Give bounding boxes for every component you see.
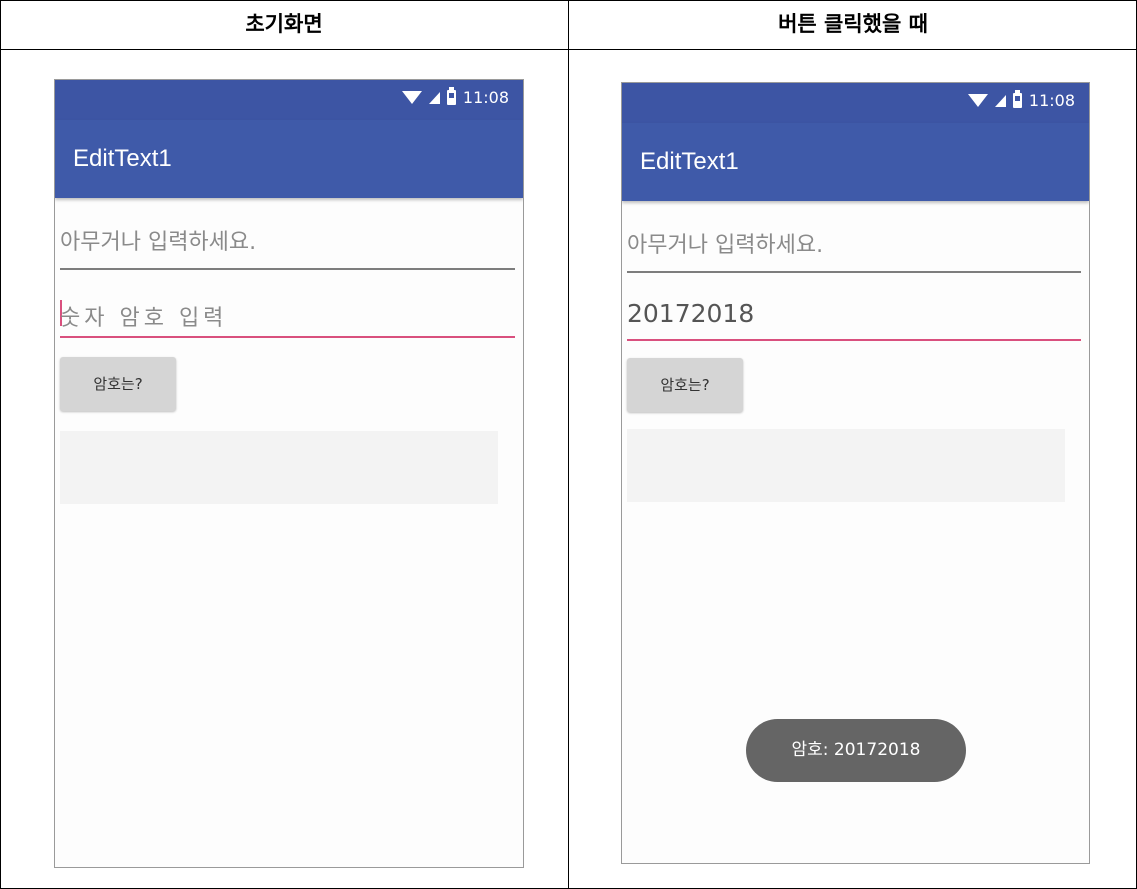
phone-after-click: 11:08 EditText1 아무거나 입력하세요. 20172018 암호는…: [621, 82, 1090, 864]
password-input-hint: 숫자 암호 입력: [60, 306, 228, 331]
text-input-hint: 아무거나 입력하세요.: [60, 230, 257, 255]
app-bar: EditText1: [55, 120, 523, 198]
column-divider: [568, 0, 569, 889]
header-initial-screen: 초기화면: [245, 12, 323, 36]
toast-message: 암호: 20172018: [746, 719, 966, 782]
password-input[interactable]: 20172018: [627, 283, 1081, 341]
battery-icon: [1012, 90, 1022, 108]
signal-icon: [994, 94, 1006, 107]
status-icons: 11:08: [401, 87, 509, 107]
header-divider: [0, 49, 1137, 50]
status-time: 11:08: [462, 88, 509, 107]
status-bar: 11:08: [55, 80, 523, 120]
header-after-click: 버튼 클릭했을 때: [778, 12, 928, 36]
text-input[interactable]: 아무거나 입력하세요.: [60, 212, 515, 270]
wifi-icon: [401, 91, 422, 104]
status-bar: 11:08: [622, 83, 1089, 123]
signal-icon: [428, 91, 440, 104]
text-input[interactable]: 아무거나 입력하세요.: [627, 215, 1081, 273]
password-input[interactable]: 숫자 암호 입력: [60, 280, 515, 338]
result-area: [627, 429, 1065, 502]
app-title: EditText1: [73, 145, 172, 172]
password-input-underline: [627, 339, 1081, 341]
text-input-underline: [627, 271, 1081, 273]
app-title: EditText1: [640, 148, 739, 175]
password-input-underline: [60, 336, 515, 338]
text-input-hint: 아무거나 입력하세요.: [627, 233, 824, 258]
result-area: [60, 431, 498, 504]
phone-initial-screen: 11:08 EditText1 아무거나 입력하세요. 숫자 암호 입력 암호는…: [54, 79, 524, 868]
show-password-button[interactable]: 암호는?: [60, 357, 176, 411]
app-bar: EditText1: [622, 123, 1089, 201]
show-password-button[interactable]: 암호는?: [627, 358, 743, 412]
wifi-icon: [967, 94, 988, 107]
battery-icon: [446, 87, 456, 105]
status-icons: 11:08: [967, 90, 1075, 110]
password-input-value: 20172018: [627, 299, 755, 328]
status-time: 11:08: [1028, 91, 1075, 110]
text-input-underline: [60, 268, 515, 270]
